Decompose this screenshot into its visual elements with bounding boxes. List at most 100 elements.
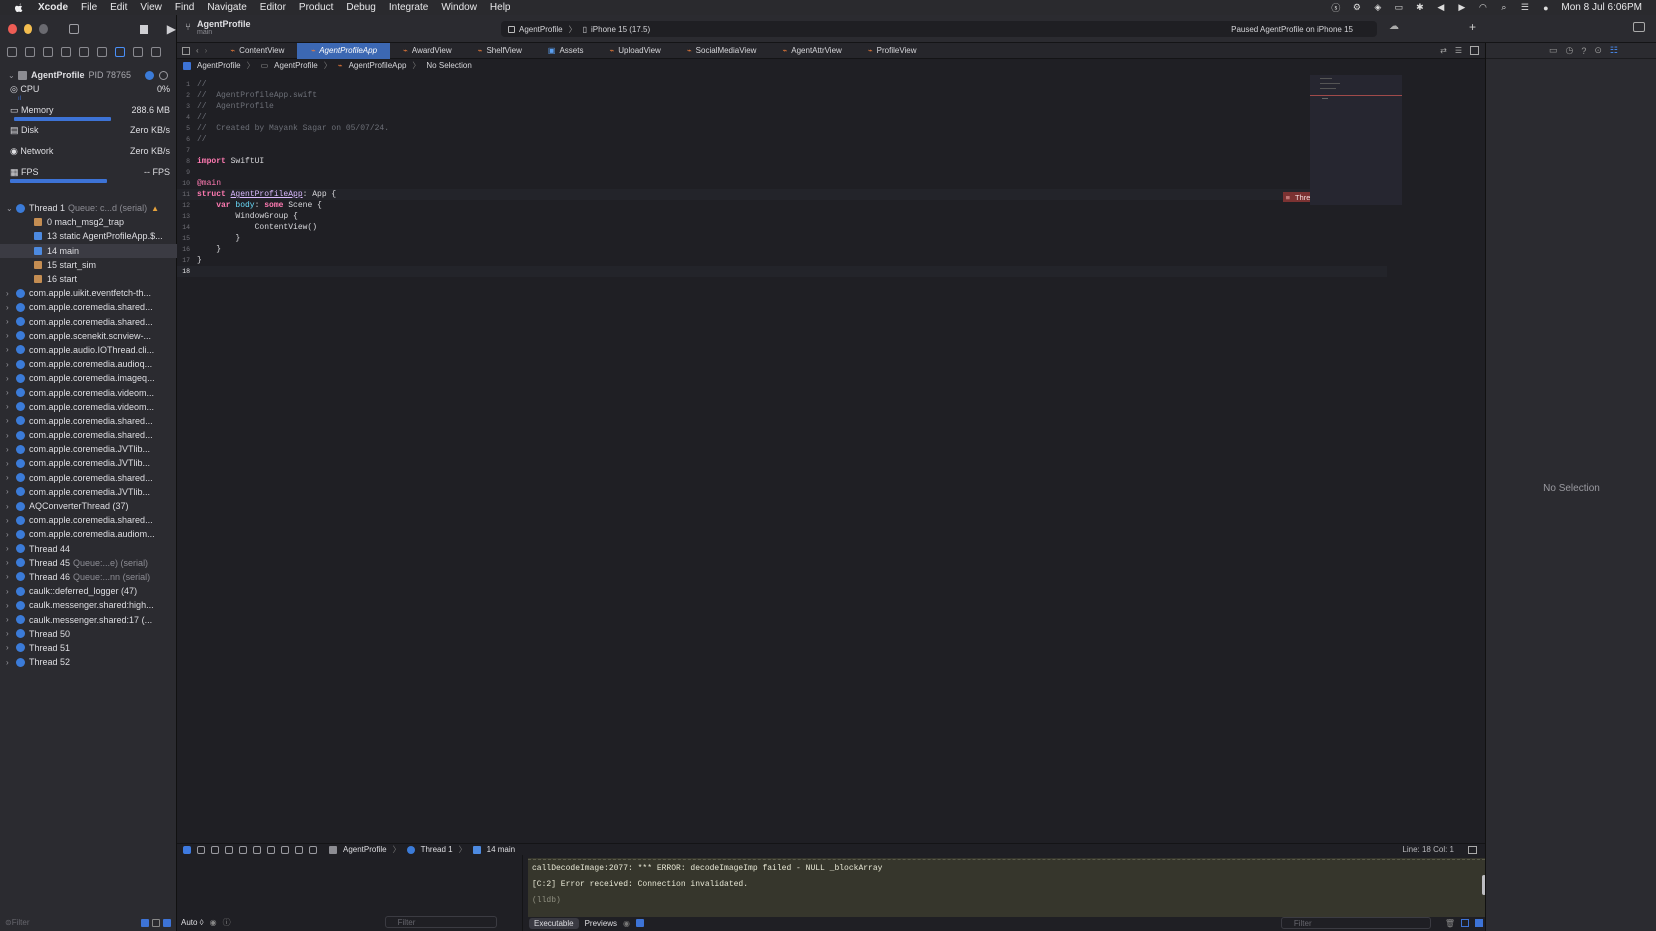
chevron-right-icon[interactable]: › — [6, 629, 16, 638]
step-out-icon[interactable] — [239, 845, 247, 854]
chevron-right-icon[interactable]: › — [6, 445, 16, 454]
memory-graph-icon[interactable] — [267, 845, 275, 854]
project-title[interactable]: AgentProfile — [197, 19, 251, 29]
tab-agentprofileapp[interactable]: ⌁ AgentProfileApp — [297, 42, 391, 59]
chevron-right-icon[interactable]: › — [6, 658, 16, 667]
bluetooth-icon[interactable]: ✱ — [1414, 2, 1425, 13]
shield-icon[interactable]: ◈ — [1372, 2, 1383, 13]
frame-row[interactable]: 15 start_sim — [0, 258, 177, 272]
thread-row[interactable]: › com.apple.scenekit.scnview-... — [0, 329, 177, 343]
eye-icon[interactable]: ◉ — [623, 919, 630, 928]
menu-product[interactable]: Product — [299, 2, 333, 13]
info-icon[interactable]: ⓘ — [223, 917, 231, 928]
chevron-right-icon[interactable]: › — [6, 416, 16, 425]
script-icon[interactable]: ⓢ — [1330, 2, 1341, 13]
menubar-clock[interactable]: Mon 8 Jul 6:06PM — [1561, 2, 1642, 13]
filter-option-icon[interactable] — [141, 918, 149, 927]
chevron-right-icon[interactable]: › — [6, 601, 16, 610]
auto-selector[interactable]: Auto ◊ — [181, 918, 204, 927]
thread-row[interactable]: › caulk::deferred_logger (47) — [0, 584, 177, 598]
frame-row-selected[interactable]: 14 main — [0, 243, 177, 258]
thread-jump-icon[interactable] — [309, 845, 317, 854]
chevron-right-icon[interactable]: › — [6, 402, 16, 411]
report-icon[interactable] — [151, 47, 161, 57]
sidebar-toggle-icon[interactable] — [68, 24, 80, 34]
thread-row[interactable]: › com.apple.coremedia.videom... — [0, 385, 177, 399]
frame-row[interactable]: 0 mach_msg2_trap — [0, 215, 177, 229]
thread-row[interactable]: › com.apple.coremedia.shared... — [0, 300, 177, 314]
tab-shelfview[interactable]: ⌁ ShelfView — [465, 43, 535, 59]
console-option-icon[interactable] — [636, 919, 645, 927]
navigator-filter[interactable]: ⊜ Filter — [5, 917, 171, 928]
play-status-icon[interactable]: ▶ — [1456, 2, 1467, 13]
thread-row[interactable]: › AQConverterThread (37) — [0, 499, 177, 513]
tab-executable[interactable]: Executable — [529, 917, 579, 929]
view-hierarchy-icon[interactable] — [253, 845, 261, 854]
right-pane-icon[interactable] — [1475, 919, 1483, 927]
help-icon[interactable]: ? — [1581, 46, 1586, 56]
inspector-toggle-icon[interactable] — [1633, 22, 1645, 32]
tab-awardview[interactable]: ⌁ AwardView — [390, 43, 465, 59]
menu-view[interactable]: View — [140, 2, 162, 13]
zoom-window-button[interactable] — [39, 24, 48, 34]
thread-row[interactable]: ⌄ Thread 1 Queue: c...d (serial) ▲ — [0, 201, 177, 215]
chevron-right-icon[interactable]: › — [6, 516, 16, 525]
apple-icon[interactable] — [14, 2, 24, 13]
code-area[interactable]: 1// 2// AgentProfileApp.swift 3// AgentP… — [177, 79, 1390, 277]
menu-file[interactable]: File — [81, 2, 97, 13]
breadcrumb-item[interactable]: AgentProfileApp — [349, 61, 407, 70]
thread-row[interactable]: › com.apple.coremedia.videom... — [0, 400, 177, 414]
run-button[interactable]: ▶ — [167, 22, 176, 36]
chevron-right-icon[interactable]: › — [6, 615, 16, 624]
chevron-right-icon[interactable]: › — [6, 459, 16, 468]
thread-row[interactable]: › Thread 50 — [0, 627, 177, 641]
menu-navigate[interactable]: Navigate — [207, 2, 246, 13]
minimap[interactable] — [1310, 75, 1402, 205]
menu-help[interactable]: Help — [490, 2, 511, 13]
grid-icon[interactable] — [182, 46, 190, 55]
continue-icon[interactable] — [197, 845, 205, 854]
memory-gauge[interactable]: ▭ Memory 288.6 MB — [0, 103, 176, 117]
left-pane-icon[interactable] — [1461, 919, 1469, 927]
thread-row[interactable]: › Thread 46 Queue:...nn (serial) — [0, 570, 177, 584]
thread-row[interactable]: › com.apple.coremedia.JVTlib... — [0, 485, 177, 499]
chevron-right-icon[interactable]: › — [6, 643, 16, 652]
scheme-selector[interactable]: AgentProfile — [519, 25, 563, 34]
thread-row[interactable]: › com.apple.coremedia.shared... — [0, 414, 177, 428]
frame-row[interactable]: 16 start — [0, 272, 177, 286]
attributes-icon[interactable]: ☷ — [1610, 45, 1618, 56]
chevron-down-icon[interactable]: ⌄ — [6, 204, 16, 213]
chevron-right-icon[interactable]: › — [6, 317, 16, 326]
tab-previews[interactable]: Previews — [585, 919, 617, 928]
gear-status-icon[interactable]: ⚙ — [1351, 2, 1362, 13]
tab-uploadview[interactable]: ⌁ UploadView — [596, 43, 673, 59]
thread-row[interactable]: › com.apple.coremedia.shared... — [0, 471, 177, 485]
chevron-right-icon[interactable]: › — [6, 587, 16, 596]
disk-gauge[interactable]: ▤ Disk Zero KB/s — [0, 123, 176, 137]
menu-editor[interactable]: Editor — [260, 2, 286, 13]
issue-icon[interactable] — [79, 47, 89, 57]
eye-icon[interactable]: ◉ — [210, 918, 217, 927]
control-center-icon[interactable]: ☰ — [1519, 2, 1530, 13]
chevron-right-icon[interactable]: › — [6, 544, 16, 553]
history-icon[interactable]: ◷ — [1566, 45, 1574, 56]
chevron-right-icon[interactable]: › — [6, 360, 16, 369]
forward-icon[interactable]: › — [205, 46, 208, 55]
location-icon[interactable] — [295, 845, 303, 854]
tab-agentattrview[interactable]: ⌁ AgentAttrView — [769, 43, 854, 59]
thread-row[interactable]: › Thread 52 — [0, 655, 177, 669]
thread-row[interactable]: › com.apple.uikit.eventfetch-th... — [0, 286, 177, 300]
debug-crumb[interactable]: Thread 1 — [421, 845, 453, 854]
display-icon[interactable]: ▭ — [1393, 2, 1404, 13]
chevron-right-icon[interactable]: › — [6, 345, 16, 354]
lldb-prompt[interactable]: (lldb) — [528, 892, 1485, 908]
variables-view[interactable]: Auto ◊ ◉ ⓘ Filter — [177, 855, 523, 931]
chevron-right-icon[interactable]: › — [6, 331, 16, 340]
thread-row[interactable]: › com.apple.coremedia.shared... — [0, 513, 177, 527]
tab-assets[interactable]: ▣ Assets — [535, 43, 597, 59]
volume-icon[interactable]: ◀ — [1435, 2, 1446, 13]
menu-find[interactable]: Find — [175, 2, 194, 13]
menu-xcode[interactable]: Xcode — [38, 2, 68, 13]
chevron-right-icon[interactable]: › — [6, 473, 16, 482]
cloud-icon[interactable]: ☁ — [1389, 21, 1399, 32]
